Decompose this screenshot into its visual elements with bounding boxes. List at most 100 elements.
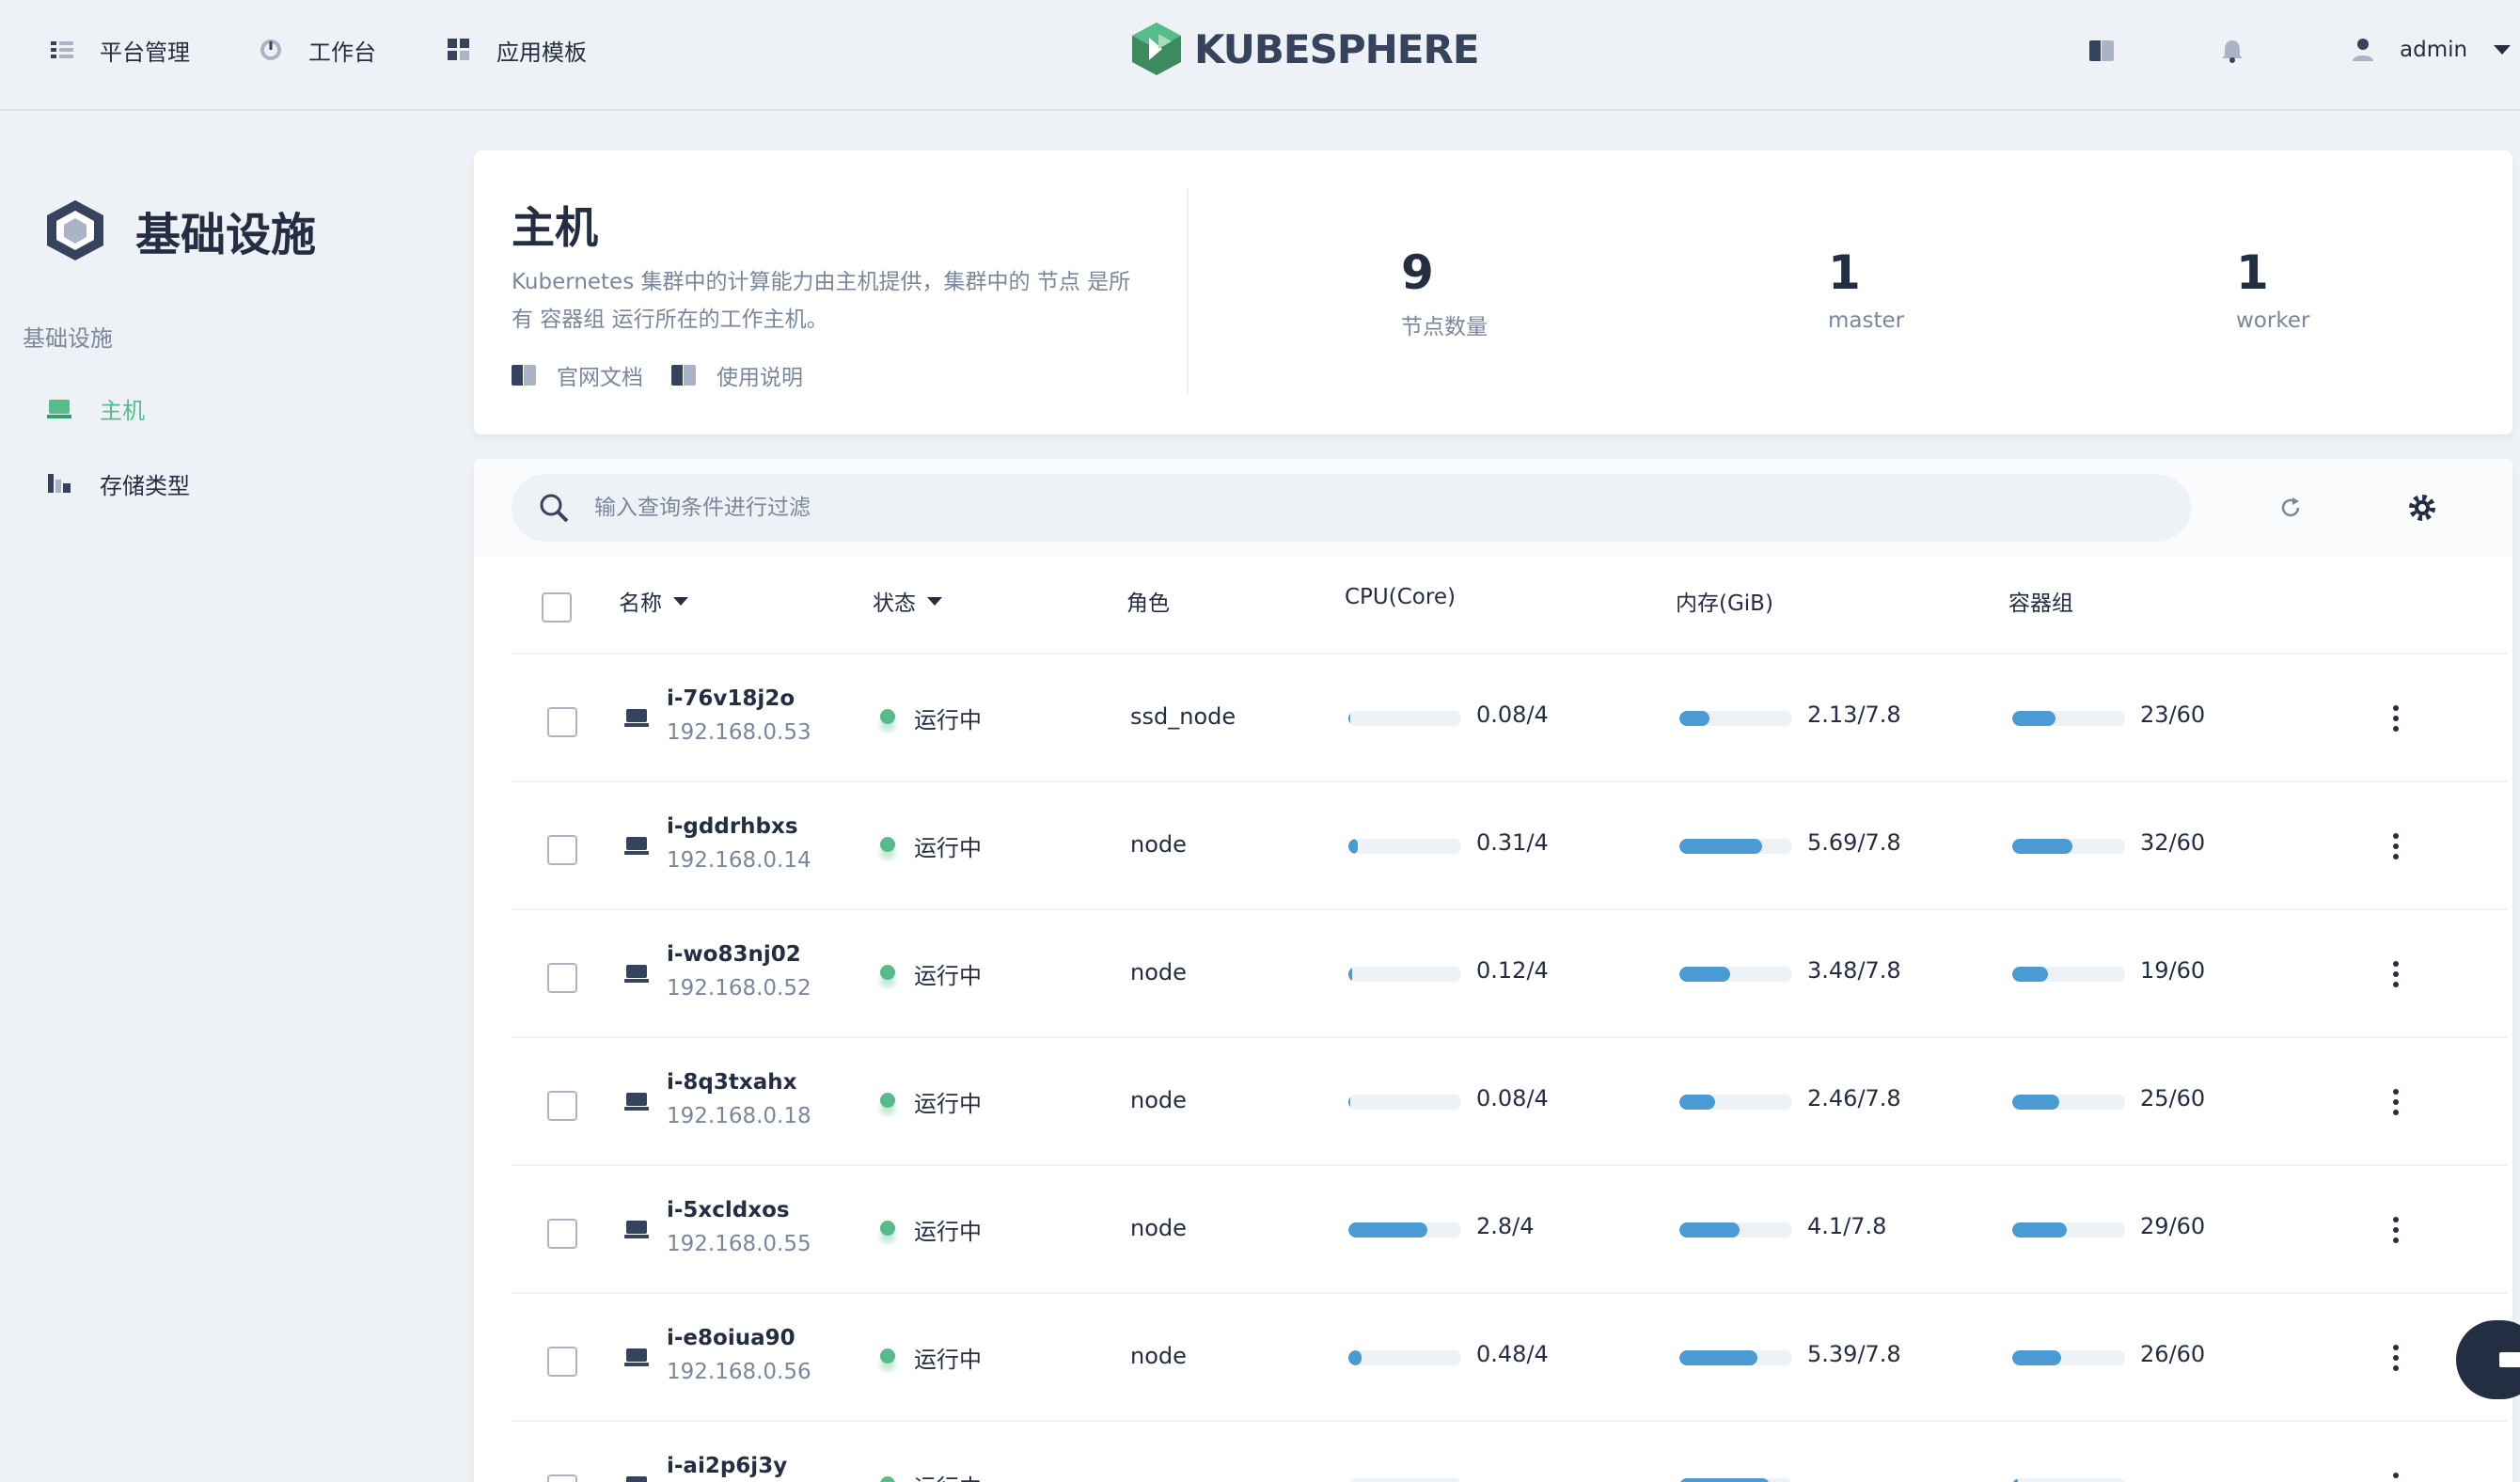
kubesphere-logo[interactable]: KUBESPHERE xyxy=(1130,19,1480,79)
stat-master: 1 master xyxy=(1828,244,1904,333)
list-icon xyxy=(49,37,75,63)
table-row[interactable]: i-gddrhbxs 192.168.0.14 运行中 node 0.31/4 5.69/… xyxy=(512,780,2507,908)
pods-usage-value: 25/60 xyxy=(2140,1085,2206,1112)
page-description: Kubernetes 集群中的计算能力由主机提供，集群中的 节点 是所有 容器组… xyxy=(512,270,1131,332)
node-name[interactable]: i-8q3txahx xyxy=(667,1070,796,1095)
refresh-icon[interactable] xyxy=(2277,495,2304,521)
sidebar-item-hosts[interactable]: 主机 xyxy=(47,389,145,427)
cpu-usage-bar xyxy=(1348,839,1461,854)
more-actions-icon[interactable] xyxy=(2392,833,2400,861)
column-name[interactable]: 名称 xyxy=(619,585,688,617)
node-status: 运行中 xyxy=(914,1219,982,1245)
row-checkbox[interactable] xyxy=(547,963,577,993)
column-role: 角色 xyxy=(1126,585,1170,617)
node-icon xyxy=(624,709,649,728)
stat-value: 1 xyxy=(1828,245,1861,300)
nav-app-templates[interactable]: 应用模板 xyxy=(446,0,587,100)
infrastructure-cube-icon xyxy=(47,200,103,260)
table-row[interactable]: i-e8oiua90 192.168.0.56 运行中 node 0.48/4 5.39/… xyxy=(512,1292,2507,1420)
sidebar-item-storage-classes[interactable]: 存储类型 xyxy=(47,465,190,502)
stat-value: 9 xyxy=(1401,245,1434,300)
docs-icon[interactable] xyxy=(2089,38,2116,64)
stat-label: master xyxy=(1828,308,1905,333)
pods-usage-fill xyxy=(2012,1222,2067,1238)
link-usage-guide[interactable]: 使用说明 xyxy=(717,359,803,391)
search-icon xyxy=(540,494,569,523)
node-ip: 192.168.0.18 xyxy=(667,1104,811,1128)
node-ip: 192.168.0.56 xyxy=(667,1360,811,1384)
book-icon xyxy=(512,365,536,386)
node-icon xyxy=(624,1476,649,1482)
memory-usage-value: 3.48/7.8 xyxy=(1807,957,1901,984)
select-all-checkbox[interactable] xyxy=(542,592,572,623)
memory-usage-fill xyxy=(1679,1222,1740,1238)
column-status[interactable]: 状态 xyxy=(873,585,942,617)
node-role: node xyxy=(1130,831,1187,858)
nav-platform-management[interactable]: 平台管理 xyxy=(49,0,190,100)
search-bar[interactable] xyxy=(512,474,2191,542)
table-row[interactable]: i-5xcldxos 192.168.0.55 运行中 node 2.8/4 4.1/7.… xyxy=(512,1164,2507,1292)
pods-usage-bar xyxy=(2012,839,2125,854)
node-status: 运行中 xyxy=(914,1469,982,1482)
link-official-docs[interactable]: 官网文档 xyxy=(557,359,643,391)
memory-usage-bar xyxy=(1679,967,1792,982)
node-name[interactable]: i-ai2p6j3y xyxy=(667,1454,787,1478)
more-actions-icon[interactable] xyxy=(2392,1345,2400,1373)
sidebar-item-label: 主机 xyxy=(100,397,145,424)
cpu-usage-bar xyxy=(1348,1222,1461,1238)
nav-templates-label: 应用模板 xyxy=(496,39,587,66)
more-actions-icon[interactable] xyxy=(2392,961,2400,989)
column-pods: 容器组 xyxy=(2008,585,2073,617)
notification-bell-icon[interactable] xyxy=(2219,38,2245,64)
sidebar-group-label: 基础设施 xyxy=(23,325,113,352)
grid-icon xyxy=(446,37,472,63)
node-ip: 192.168.0.14 xyxy=(667,848,811,873)
node-name[interactable]: i-76v18j2o xyxy=(667,686,795,711)
node-status: 运行中 xyxy=(914,1091,982,1117)
row-checkbox[interactable] xyxy=(547,707,577,737)
node-icon xyxy=(624,1348,649,1367)
node-name[interactable]: i-gddrhbxs xyxy=(667,814,798,839)
cpu-usage-value: 0.12/4 xyxy=(1476,957,1549,984)
cpu-usage-bar xyxy=(1348,1095,1461,1110)
status-dot-icon xyxy=(880,1093,895,1108)
row-checkbox[interactable] xyxy=(547,1219,577,1249)
top-navbar: 平台管理 工作台 应用模板 KUBESPHERE admin xyxy=(0,0,2520,111)
nav-workbench-label: 工作台 xyxy=(308,39,376,66)
row-checkbox[interactable] xyxy=(547,835,577,865)
memory-usage-bar xyxy=(1679,1095,1792,1110)
gear-icon[interactable] xyxy=(2407,493,2437,523)
hosts-table-card: 名称 状态 角色 CPU(Core) 内存(GiB) 容器组 i-76v18j2… xyxy=(474,459,2512,1482)
more-actions-icon[interactable] xyxy=(2392,1089,2400,1117)
more-actions-icon[interactable] xyxy=(2392,705,2400,733)
column-memory: 内存(GiB) xyxy=(1676,585,1773,617)
row-checkbox[interactable] xyxy=(547,1091,577,1121)
row-checkbox[interactable] xyxy=(547,1474,577,1482)
cpu-usage-value: 2.8/4 xyxy=(1476,1213,1535,1239)
cpu-usage-bar xyxy=(1348,1350,1461,1365)
search-input[interactable] xyxy=(594,496,2099,520)
node-name[interactable]: i-5xcldxos xyxy=(667,1198,790,1222)
node-name[interactable]: i-e8oiua90 xyxy=(667,1326,795,1350)
row-checkbox[interactable] xyxy=(547,1347,577,1377)
nav-workbench[interactable]: 工作台 xyxy=(258,0,376,100)
table-row[interactable]: i-76v18j2o 192.168.0.53 运行中 ssd_node 0.08/4 2… xyxy=(512,653,2507,780)
more-actions-icon[interactable] xyxy=(2392,1473,2400,1482)
column-role-label: 角色 xyxy=(1126,591,1170,616)
stat-value: 1 xyxy=(2236,245,2269,300)
table-row[interactable]: i-wo83nj02 192.168.0.52 运行中 node 0.12/4 3.48/… xyxy=(512,908,2507,1036)
host-icon xyxy=(47,396,71,420)
table-row[interactable]: i-8q3txahx 192.168.0.18 运行中 node 0.08/4 2.46/… xyxy=(512,1036,2507,1164)
status-dot-icon xyxy=(880,1221,895,1236)
user-menu[interactable]: admin xyxy=(2351,28,2512,71)
cpu-usage-fill xyxy=(1348,1095,1351,1110)
memory-usage-value: 2.46/7.8 xyxy=(1807,1085,1901,1112)
logo-text: KUBESPHERE xyxy=(1194,25,1480,72)
node-role: node xyxy=(1130,1343,1187,1369)
pods-usage-bar xyxy=(2012,1222,2125,1238)
node-name[interactable]: i-wo83nj02 xyxy=(667,942,801,967)
column-name-label: 名称 xyxy=(619,591,662,616)
more-actions-icon[interactable] xyxy=(2392,1217,2400,1245)
node-role: node xyxy=(1130,1087,1187,1113)
table-row[interactable]: i-ai2p6j3y 运行中 xyxy=(512,1420,2507,1482)
